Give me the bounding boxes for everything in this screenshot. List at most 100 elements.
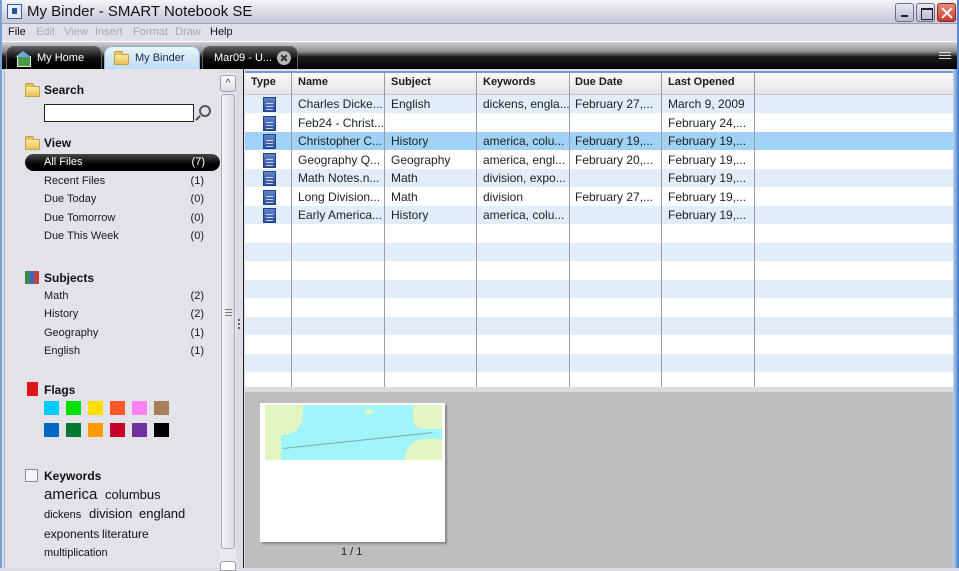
column-header-type[interactable]: Type — [251, 76, 276, 88]
notebook-file-icon — [263, 134, 276, 149]
menu-file[interactable]: File — [8, 26, 26, 38]
view-item-due-today[interactable]: Due Today (0) — [44, 191, 204, 208]
table-row[interactable]: Math Notes.n... Math division, expo... Febr… — [245, 169, 954, 187]
scroll-up-button[interactable]: ^ — [220, 75, 236, 92]
subject-item-math[interactable]: Math (2) — [44, 288, 204, 305]
menu-draw[interactable]: Draw — [175, 26, 201, 38]
column-header-due-date[interactable]: Due Date — [575, 76, 623, 88]
table-row[interactable]: Long Division... Math division February 27,… — [245, 188, 954, 206]
home-icon — [15, 51, 31, 67]
notebook-file-icon — [263, 97, 276, 112]
item-label: Due Today — [44, 193, 97, 205]
table-row[interactable]: Charles Dicke... English dickens, engla...… — [245, 95, 954, 113]
menu-view[interactable]: View — [64, 26, 88, 38]
search-icon[interactable] — [199, 105, 211, 117]
close-tab-icon[interactable] — [277, 51, 291, 65]
column-header-last-opened[interactable]: Last Opened — [668, 76, 735, 88]
column-header-keywords[interactable]: Keywords — [483, 76, 536, 88]
sidebar-scrollbar[interactable]: ^ — [220, 73, 236, 571]
table-row[interactable]: Feb24 - Christ... February 24,... — [245, 114, 954, 132]
subject-item-english[interactable]: English (1) — [44, 343, 204, 360]
menu-bar: File Edit View Insert Format Draw Help — [2, 24, 957, 42]
table-row[interactable]: Geography Q... Geography america, engl... F… — [245, 151, 954, 169]
keyword-america[interactable]: america — [44, 486, 97, 503]
flag-color-swatch[interactable] — [132, 423, 147, 437]
empty-table-row — [245, 299, 954, 317]
menu-edit[interactable]: Edit — [36, 26, 55, 38]
cell-subject: History — [391, 208, 429, 222]
scroll-down-button[interactable] — [220, 561, 236, 571]
flag-color-swatch[interactable] — [88, 423, 103, 437]
table-header: Type Name Subject Keywords Due Date Last… — [245, 73, 954, 95]
flag-color-swatch[interactable] — [88, 401, 103, 415]
empty-table-row — [245, 243, 954, 261]
view-item-all-files[interactable]: All Files (7) — [25, 154, 220, 171]
column-divider — [569, 73, 570, 389]
flag-color-swatch[interactable] — [110, 423, 125, 437]
keyword-exponents[interactable]: exponents — [44, 527, 99, 541]
keyword-multiplication[interactable]: multiplication — [44, 547, 108, 559]
flag-color-swatch[interactable] — [154, 423, 169, 437]
column-header-subject[interactable]: Subject — [391, 76, 431, 88]
cell-keywords: division, expo... — [483, 171, 566, 185]
keyword-england[interactable]: england — [139, 506, 185, 521]
flag-color-swatch[interactable] — [66, 423, 81, 437]
item-count: (1) — [190, 175, 204, 187]
column-header-name[interactable]: Name — [298, 76, 328, 88]
item-label: Due Tomorrow — [44, 212, 116, 224]
maximize-button[interactable] — [916, 3, 935, 22]
menu-help[interactable]: Help — [210, 26, 233, 38]
subject-item-history[interactable]: History (2) — [44, 306, 204, 323]
folder-icon — [114, 51, 129, 65]
cell-keywords: america, colu... — [483, 208, 565, 222]
tab-my-home[interactable]: My Home — [6, 46, 102, 69]
tab-label: Mar09 - U... — [214, 52, 273, 64]
keyword-columbus[interactable]: columbus — [105, 487, 161, 502]
notebook-file-icon — [263, 208, 276, 223]
view-item-due-this-week[interactable]: Due This Week (0) — [44, 228, 204, 245]
cell-subject: English — [391, 97, 431, 111]
cell-subject: Math — [391, 189, 418, 204]
subject-item-geography[interactable]: Geography (1) — [44, 325, 204, 342]
tab-label: My Binder — [135, 52, 185, 64]
view-item-recent-files[interactable]: Recent Files (1) — [44, 173, 204, 190]
notebook-file-icon — [263, 152, 276, 168]
keywords-heading: Keywords — [44, 469, 102, 483]
menu-insert[interactable]: Insert — [95, 26, 123, 38]
keyword-dickens[interactable]: dickens — [44, 509, 81, 521]
scrollbar-thumb[interactable] — [221, 94, 235, 549]
cell-due: February 20,... — [575, 152, 654, 167]
keyword-literature[interactable]: literature — [102, 527, 149, 541]
item-count: (2) — [190, 308, 204, 320]
panel-splitter[interactable] — [236, 69, 244, 568]
tab-my-binder[interactable]: My Binder — [104, 46, 200, 69]
page-thumbnail[interactable] — [260, 403, 445, 542]
item-count: (0) — [190, 230, 204, 242]
tab-mar09[interactable]: Mar09 - U... — [202, 46, 298, 69]
close-button[interactable] — [937, 3, 956, 22]
item-label: Geography — [44, 327, 99, 339]
minimize-button[interactable] — [895, 3, 914, 22]
flag-icon — [27, 382, 38, 396]
cell-name: Long Division... — [298, 189, 381, 204]
empty-table-row — [245, 354, 954, 372]
preview-pane: 1 / 1 — [245, 392, 953, 568]
flag-color-swatch[interactable] — [44, 401, 59, 415]
flag-color-swatch[interactable] — [110, 401, 125, 415]
view-item-due-tomorrow[interactable]: Due Tomorrow (0) — [44, 210, 204, 227]
hamburger-menu-icon[interactable] — [939, 52, 951, 62]
table-row[interactable]: Christopher C... History america, colu... F… — [245, 132, 954, 150]
item-count: (0) — [190, 212, 204, 224]
flag-color-swatch[interactable] — [44, 423, 59, 437]
cell-name: Math Notes.n... — [298, 171, 380, 185]
flag-color-swatch[interactable] — [132, 401, 147, 415]
flag-color-swatch[interactable] — [66, 401, 81, 415]
column-divider — [661, 73, 662, 389]
keyword-division[interactable]: division — [89, 506, 132, 521]
search-input[interactable] — [44, 104, 194, 122]
table-row[interactable]: Early America... History america, colu... F… — [245, 206, 954, 224]
grip-icon — [225, 309, 232, 318]
tab-strip: My Home My Binder Mar09 - U... — [2, 42, 957, 69]
menu-format[interactable]: Format — [133, 26, 168, 38]
flag-color-swatch[interactable] — [154, 401, 169, 415]
